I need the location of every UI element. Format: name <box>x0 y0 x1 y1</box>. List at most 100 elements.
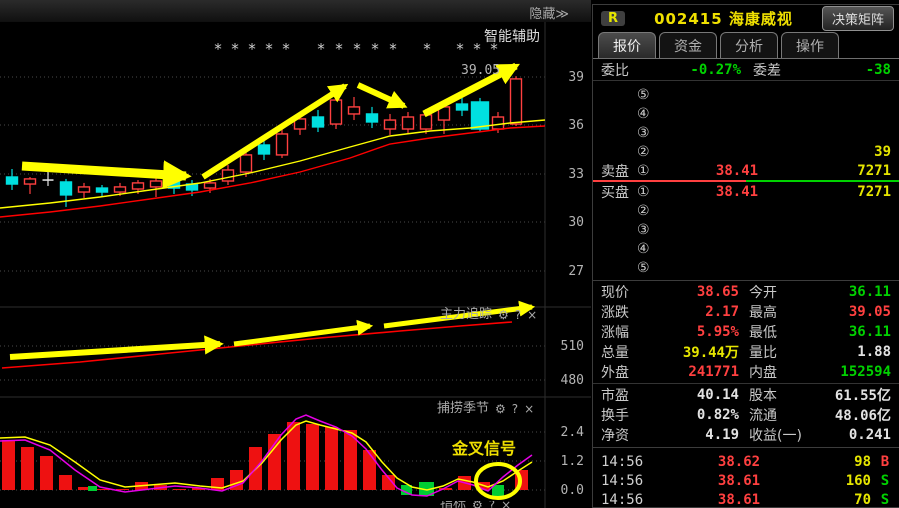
mid-axis-tick: 510 <box>550 339 584 354</box>
buy-label: 买盘 <box>601 182 637 202</box>
trade-price: 38.61 <box>663 473 815 489</box>
ask-row-4[interactable]: ④ <box>593 104 899 123</box>
help-icon[interactable]: ? <box>512 402 518 416</box>
trade-row[interactable]: 14:56 38.61 70 S <box>593 490 899 508</box>
close-icon[interactable]: × <box>524 402 534 416</box>
candle-body <box>511 79 522 124</box>
stat-value: 152594 <box>809 364 891 380</box>
bid-row-3[interactable]: ③ <box>593 220 899 239</box>
tab-quote[interactable]: 报价 <box>598 32 656 58</box>
trade-row[interactable]: 14:56 38.62 98 B <box>593 452 899 471</box>
candle-body <box>331 100 342 124</box>
bid-ask-divider <box>593 180 899 182</box>
histogram-bar-red <box>21 447 34 490</box>
stats-row: 净资 4.19 收益(一) 0.241 <box>593 425 899 445</box>
gear-icon[interactable]: ⚙ <box>498 308 509 322</box>
margin-badge: R <box>601 11 625 26</box>
main-force-line <box>2 322 512 368</box>
candle-body <box>205 183 216 188</box>
asterisk-marker: * <box>247 40 256 58</box>
stat-label: 收益(一) <box>749 425 809 445</box>
asterisk-marker: * <box>281 40 290 58</box>
ask-row-2[interactable]: ② 39 <box>593 142 899 161</box>
level-badge: ④ <box>637 241 659 257</box>
main-axis-tick: 39 <box>550 70 584 85</box>
stat-value: 48.06亿 <box>809 405 891 425</box>
decision-matrix-button[interactable]: 决策矩阵 <box>822 6 894 31</box>
ask-row-3[interactable]: ③ <box>593 123 899 142</box>
bottom-axis-tick: 1.2 <box>550 454 584 469</box>
stat-label: 内盘 <box>749 362 809 382</box>
trade-time: 14:56 <box>601 492 663 508</box>
stats-row: 现价 38.65 今开 36.11 <box>593 282 899 302</box>
stat-label: 最低 <box>749 322 809 342</box>
bid-row-1[interactable]: 买盘 ① 38.41 7271 <box>593 182 899 201</box>
help-icon[interactable]: ? <box>515 308 521 322</box>
stat-label: 总量 <box>601 342 649 362</box>
candle-body <box>61 182 72 195</box>
trade-volume: 160 <box>815 473 871 489</box>
tab-operate[interactable]: 操作 <box>781 32 839 58</box>
weibi-value: -0.27% <box>641 62 741 78</box>
candle-body <box>97 188 108 192</box>
main-axis-tick: 27 <box>550 264 584 279</box>
trade-price: 38.61 <box>663 492 815 508</box>
trade-row[interactable]: 14:56 38.61 160 S <box>593 471 899 490</box>
asterisk-marker: * <box>370 40 379 58</box>
stat-value: 5.95% <box>649 324 739 340</box>
bid-price: 38.41 <box>659 184 815 200</box>
level-badge: ⑤ <box>637 87 659 103</box>
gear-icon[interactable]: ⚙ <box>495 402 506 416</box>
stat-label: 涨幅 <box>601 322 649 342</box>
asterisk-marker: * <box>334 40 343 58</box>
candle-body <box>493 117 504 129</box>
clipped-pane-title: 指标 <box>440 501 466 508</box>
candle-body <box>349 107 360 114</box>
tab-funds[interactable]: 资金 <box>659 32 717 58</box>
stat-value: 36.11 <box>809 324 891 340</box>
mid-axis-tick: 480 <box>550 373 584 388</box>
bid-row-4[interactable]: ④ <box>593 239 899 258</box>
stat-value: 40.14 <box>649 387 739 403</box>
stat-value: 39.44万 <box>649 342 739 362</box>
candle-body <box>457 104 468 110</box>
bid-row-5[interactable]: ⑤ <box>593 258 899 277</box>
stat-label: 流通 <box>749 405 809 425</box>
quote-panel-header: R 002415 海康威视 决策矩阵 <box>593 5 899 31</box>
stat-label: 量比 <box>749 342 809 362</box>
close-icon[interactable]: × <box>501 501 511 508</box>
ask-row-5[interactable]: ⑤ <box>593 85 899 104</box>
candle-body <box>277 134 288 155</box>
asterisk-marker: * <box>352 40 361 58</box>
candle-body <box>421 115 432 129</box>
candle-body <box>115 187 126 192</box>
close-icon[interactable]: × <box>527 308 537 322</box>
trade-direction: B <box>871 454 899 470</box>
candle-body <box>259 145 270 154</box>
bid-row-2[interactable]: ② <box>593 201 899 220</box>
gear-icon[interactable]: ⚙ <box>472 501 483 508</box>
help-icon[interactable]: ? <box>489 501 495 508</box>
tab-analysis[interactable]: 分析 <box>720 32 778 58</box>
trade-direction: S <box>871 492 899 508</box>
level-badge: ③ <box>637 125 659 141</box>
kline-chart[interactable]: ************** <box>0 0 591 508</box>
order-book: ⑤ ④ ③ ② 39 卖盘 <box>593 81 899 277</box>
stat-value: 1.88 <box>809 344 891 360</box>
ask-row-1[interactable]: 卖盘 ① 38.41 7271 <box>593 161 899 180</box>
candle-body <box>367 114 378 122</box>
trend-arrow <box>22 166 186 176</box>
asterisk-marker: * <box>213 40 222 58</box>
stat-value: 4.19 <box>649 427 739 443</box>
main-axis-tick: 33 <box>550 167 584 182</box>
histogram-bar-red <box>306 424 319 490</box>
asterisk-marker: * <box>230 40 239 58</box>
stat-value: 39.05 <box>809 304 891 320</box>
stat-label: 股本 <box>749 385 809 405</box>
commission-ratio-row: 委比 -0.27% 委差 -38 <box>593 59 899 81</box>
bottom-pane-title: 捕捞季节 <box>437 402 489 416</box>
asterisk-marker: * <box>316 40 325 58</box>
quote-panel: R 002415 海康威视 决策矩阵 报价 资金 分析 操作 委比 -0.27%… <box>592 4 899 508</box>
trade-volume: 98 <box>815 454 871 470</box>
histogram-bar-green <box>492 485 504 496</box>
